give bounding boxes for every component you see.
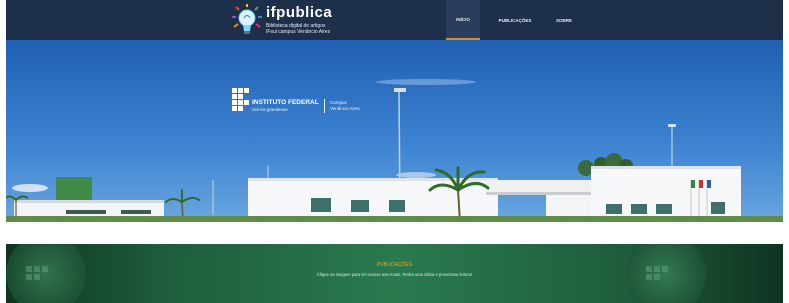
publications-description: Clique na imagem para ter acesso aos Ana…: [316, 272, 473, 277]
publications-title[interactable]: PUBLICAÇÕES: [6, 262, 783, 268]
brand-subtitle-campus: IFsul campus Venâncio Aires: [266, 29, 331, 35]
campus-label: Campus Venâncio Aires: [330, 100, 360, 111]
top-navbar: ifpublica Biblioteca digital de artigos …: [6, 0, 783, 40]
hero-campus-photo: INSTITUTO FEDERAL Sul-rio-grandense Camp…: [6, 40, 783, 222]
lightbulb-logo-icon: [232, 4, 262, 34]
brand-title: ifpublica: [266, 4, 333, 21]
logo-divider: [324, 99, 325, 113]
nav-sobre[interactable]: SOBRE: [550, 0, 578, 40]
if-grid-logo-icon: [232, 88, 249, 111]
campus-line-2: Venâncio Aires: [330, 105, 360, 111]
main-nav: INÍCIO PUBLICAÇÕES SOBRE: [446, 0, 578, 40]
institution-subtitle: Sul-rio-grandense: [252, 107, 288, 112]
white-divider-band: [6, 222, 783, 244]
page-frame: ifpublica Biblioteca digital de artigos …: [6, 0, 783, 303]
nav-publicacoes[interactable]: PUBLICAÇÕES: [492, 0, 538, 40]
campus-photo: [6, 40, 783, 222]
institution-name: INSTITUTO FEDERAL: [252, 99, 319, 106]
nav-inicio[interactable]: INÍCIO: [446, 0, 480, 40]
